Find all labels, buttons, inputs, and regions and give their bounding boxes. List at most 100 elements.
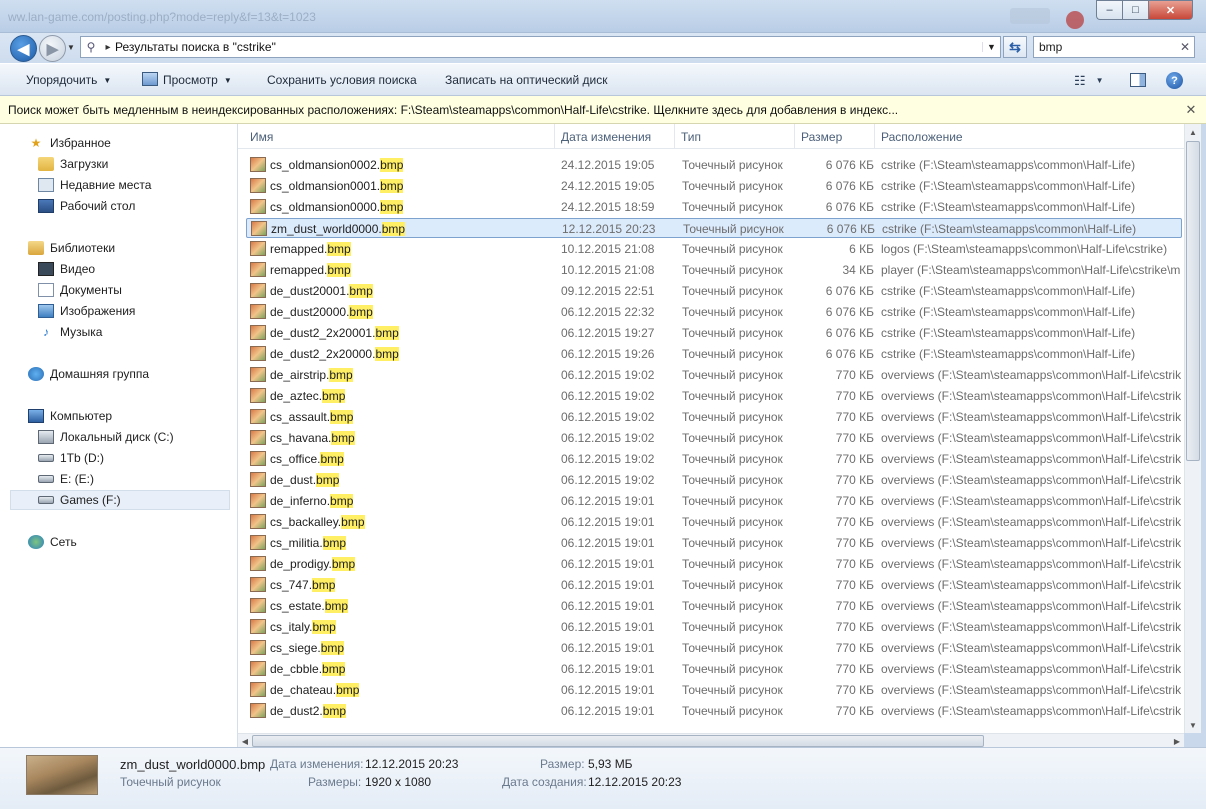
scroll-up-icon[interactable]: ▲ (1185, 124, 1201, 140)
file-row[interactable]: cs_militia.bmp 06.12.2015 19:01 Точечный р… (246, 533, 1182, 553)
clear-search-icon[interactable]: ✕ (1176, 40, 1194, 54)
address-dropdown-icon[interactable]: ▼ (982, 42, 1000, 52)
sidebar-item-downloads[interactable]: Загрузки (38, 154, 108, 174)
sidebar-item-recent[interactable]: Недавние места (38, 175, 151, 195)
file-row[interactable]: cs_estate.bmp 06.12.2015 19:01 Точечный ри… (246, 596, 1182, 616)
file-row[interactable]: de_dust.bmp 06.12.2015 19:02 Точечный рису… (246, 470, 1182, 490)
back-button[interactable]: ◀ (10, 35, 37, 62)
file-date: 06.12.2015 19:01 (561, 494, 655, 508)
file-row[interactable]: de_dust20000.bmp 06.12.2015 22:32 Точечный… (246, 302, 1182, 322)
forward-button[interactable]: ▶ (39, 35, 66, 62)
background-window-blur (1010, 8, 1050, 24)
file-name-base: de_prodigy. (270, 557, 332, 571)
scroll-down-icon[interactable]: ▼ (1185, 717, 1201, 733)
search-input[interactable]: bmp (1039, 40, 1176, 54)
refresh-button[interactable]: ⇆ (1003, 36, 1027, 58)
file-type: Точечный рисунок (682, 599, 783, 613)
search-box[interactable]: bmp ✕ (1033, 36, 1195, 58)
column-location[interactable]: Расположение (881, 130, 963, 144)
file-row[interactable]: cs_siege.bmp 06.12.2015 19:01 Точечный рис… (246, 638, 1182, 658)
file-location: overviews (F:\Steam\steamapps\common\Hal… (881, 368, 1181, 382)
preview-button[interactable]: Просмотр ▼ (163, 73, 232, 87)
index-info-bar[interactable]: Поиск может быть медленным в неиндексиро… (0, 96, 1206, 124)
change-view-button[interactable]: ☷ ▼ (1074, 73, 1104, 89)
column-divider[interactable] (794, 124, 795, 149)
file-row[interactable]: cs_oldmansion0002.bmp 24.12.2015 19:05 Точ… (246, 155, 1182, 175)
details-modified-value[interactable]: 12.12.2015 20:23 (365, 757, 458, 771)
sidebar-item-homegroup[interactable]: Домашняя группа (28, 364, 149, 384)
file-row[interactable]: cs_havana.bmp 06.12.2015 19:02 Точечный ри… (246, 428, 1182, 448)
sidebar-item-drive-e[interactable]: E: (E:) (38, 469, 94, 489)
file-row[interactable]: de_cbble.bmp 06.12.2015 19:01 Точечный рис… (246, 659, 1182, 679)
file-row[interactable]: remapped.bmp 10.12.2015 21:08 Точечный рис… (246, 239, 1182, 259)
sidebar-item-drive-d[interactable]: 1Tb (D:) (38, 448, 104, 468)
file-name: cs_estate.bmp (270, 599, 349, 613)
sidebar-item-drive-f[interactable]: Games (F:) (10, 490, 230, 510)
file-row[interactable]: cs_assault.bmp 06.12.2015 19:02 Точечный р… (246, 407, 1182, 427)
file-row[interactable]: de_airstrip.bmp 06.12.2015 19:02 Точечный … (246, 365, 1182, 385)
organize-button[interactable]: Упорядочить ▼ (26, 73, 111, 87)
column-name[interactable]: Имя (250, 130, 273, 144)
horizontal-scrollbar[interactable]: ◀ ▶ (238, 733, 1184, 747)
close-info-bar-icon[interactable]: ✕ (1176, 102, 1206, 118)
file-row[interactable]: remapped.bmp 10.12.2015 21:08 Точечный рис… (246, 260, 1182, 280)
maximize-button[interactable]: □ (1122, 0, 1148, 20)
file-row[interactable]: de_prodigy.bmp 06.12.2015 19:01 Точечный р… (246, 554, 1182, 574)
file-name-base: cs_oldmansion0000. (270, 200, 381, 214)
save-search-button[interactable]: Сохранить условия поиска (267, 73, 417, 87)
sidebar-item-music[interactable]: ♪ Музыка (38, 322, 102, 342)
burn-disc-button[interactable]: Записать на оптический диск (445, 73, 608, 87)
sidebar-item-images[interactable]: Изображения (38, 301, 135, 321)
file-row[interactable]: cs_747.bmp 06.12.2015 19:01 Точечный рисун… (246, 575, 1182, 595)
file-size: 6 076 КБ (825, 305, 874, 319)
sidebar-item-desktop[interactable]: Рабочий стол (38, 196, 135, 216)
search-match-highlight: bmp (320, 452, 344, 466)
minimize-button[interactable]: – (1096, 0, 1122, 20)
column-date[interactable]: Дата изменения (561, 130, 651, 144)
sidebar-item-network[interactable]: Сеть (28, 532, 77, 552)
file-size: 770 КБ (835, 473, 874, 487)
column-divider[interactable] (674, 124, 675, 149)
details-created-value[interactable]: 12.12.2015 20:23 (588, 775, 681, 789)
file-row[interactable]: cs_oldmansion0001.bmp 24.12.2015 19:05 Точ… (246, 176, 1182, 196)
file-row[interactable]: cs_office.bmp 06.12.2015 19:02 Точечный ри… (246, 449, 1182, 469)
column-divider[interactable] (554, 124, 555, 149)
file-row[interactable]: zm_dust_world0000.bmp 12.12.2015 20:23 Точ… (246, 218, 1182, 238)
file-row[interactable]: de_dust2_2x20000.bmp 06.12.2015 19:26 Точе… (246, 344, 1182, 364)
vertical-scrollbar[interactable]: ▲ ▼ (1184, 124, 1201, 733)
file-row[interactable]: cs_backalley.bmp 06.12.2015 19:01 Точечный… (246, 512, 1182, 532)
sidebar-item-libraries[interactable]: Библиотеки (28, 238, 115, 258)
sidebar-item-computer[interactable]: Компьютер (28, 406, 112, 426)
file-row[interactable]: de_dust2.bmp 06.12.2015 19:01 Точечный рис… (246, 701, 1182, 721)
column-divider[interactable] (874, 124, 875, 149)
help-icon[interactable]: ? (1166, 72, 1183, 89)
file-row[interactable]: de_inferno.bmp 06.12.2015 19:01 Точечный р… (246, 491, 1182, 511)
address-bar[interactable]: ⚲ ▸ Результаты поиска в "cstrike" ▼ (80, 36, 1001, 58)
bitmap-file-icon (250, 556, 266, 571)
scroll-right-icon[interactable]: ▶ (1170, 734, 1184, 748)
file-type: Точечный рисунок (682, 284, 783, 298)
file-date: 06.12.2015 19:02 (561, 431, 655, 445)
column-type[interactable]: Тип (681, 130, 701, 144)
sidebar-item-drive-c[interactable]: Локальный диск (C:) (38, 427, 174, 447)
sidebar-item-documents[interactable]: Документы (38, 280, 122, 300)
file-row[interactable]: de_aztec.bmp 06.12.2015 19:02 Точечный рис… (246, 386, 1182, 406)
file-size: 6 076 КБ (825, 284, 874, 298)
bitmap-file-icon (250, 388, 266, 403)
scroll-left-icon[interactable]: ◀ (238, 734, 252, 748)
file-row[interactable]: de_chateau.bmp 06.12.2015 19:01 Точечный р… (246, 680, 1182, 700)
vertical-scroll-thumb[interactable] (1186, 141, 1200, 461)
details-dimensions-value[interactable]: 1920 x 1080 (365, 775, 431, 789)
recent-pages-dropdown[interactable]: ▼ (67, 43, 75, 52)
horizontal-scroll-thumb[interactable] (252, 735, 984, 747)
file-row[interactable]: cs_oldmansion0000.bmp 24.12.2015 18:59 Точ… (246, 197, 1182, 217)
column-size[interactable]: Размер (801, 130, 842, 144)
file-row[interactable]: de_dust20001.bmp 09.12.2015 22:51 Точечный… (246, 281, 1182, 301)
file-row[interactable]: de_dust2_2x20001.bmp 06.12.2015 19:27 Точе… (246, 323, 1182, 343)
sidebar-item-video[interactable]: Видео (38, 259, 95, 279)
preview-pane-icon[interactable] (1130, 73, 1146, 87)
close-button[interactable]: ✕ (1148, 0, 1193, 20)
file-row[interactable]: cs_italy.bmp 06.12.2015 19:01 Точечный рис… (246, 617, 1182, 637)
breadcrumb-separator-icon[interactable]: ▸ (101, 42, 115, 53)
sidebar-item-favorites[interactable]: ★ Избранное (28, 133, 111, 153)
